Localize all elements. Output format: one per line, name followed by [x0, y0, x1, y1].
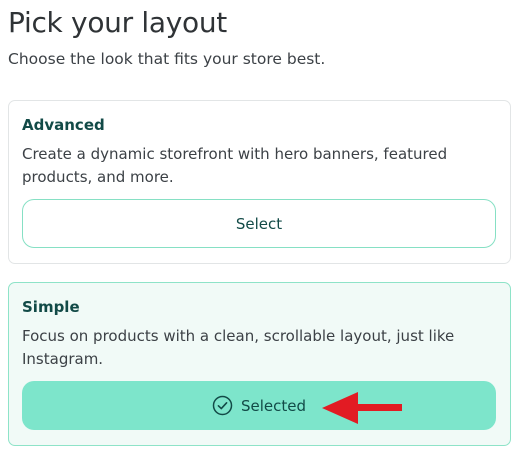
select-button-label: Select: [235, 214, 283, 233]
check-circle-icon: [212, 395, 233, 416]
layout-card-description: Focus on products with a clean, scrollab…: [22, 327, 455, 368]
layout-card-title: Advanced: [22, 116, 105, 134]
selected-button[interactable]: Selected: [22, 381, 496, 430]
layout-card-description: Create a dynamic storefront with hero ba…: [22, 145, 448, 186]
selected-button-label: Selected: [240, 396, 307, 415]
page-title: Pick your layout: [8, 6, 227, 39]
page-subtitle: Choose the look that fits your store bes…: [8, 50, 326, 68]
layout-card-advanced[interactable]: Advanced Create a dynamic storefront wit…: [8, 100, 511, 264]
red-arrow-icon: [322, 392, 402, 424]
layout-card-simple[interactable]: Simple Focus on products with a clean, s…: [8, 282, 511, 446]
layout-card-title: Simple: [22, 298, 80, 316]
select-button[interactable]: Select: [22, 199, 496, 248]
